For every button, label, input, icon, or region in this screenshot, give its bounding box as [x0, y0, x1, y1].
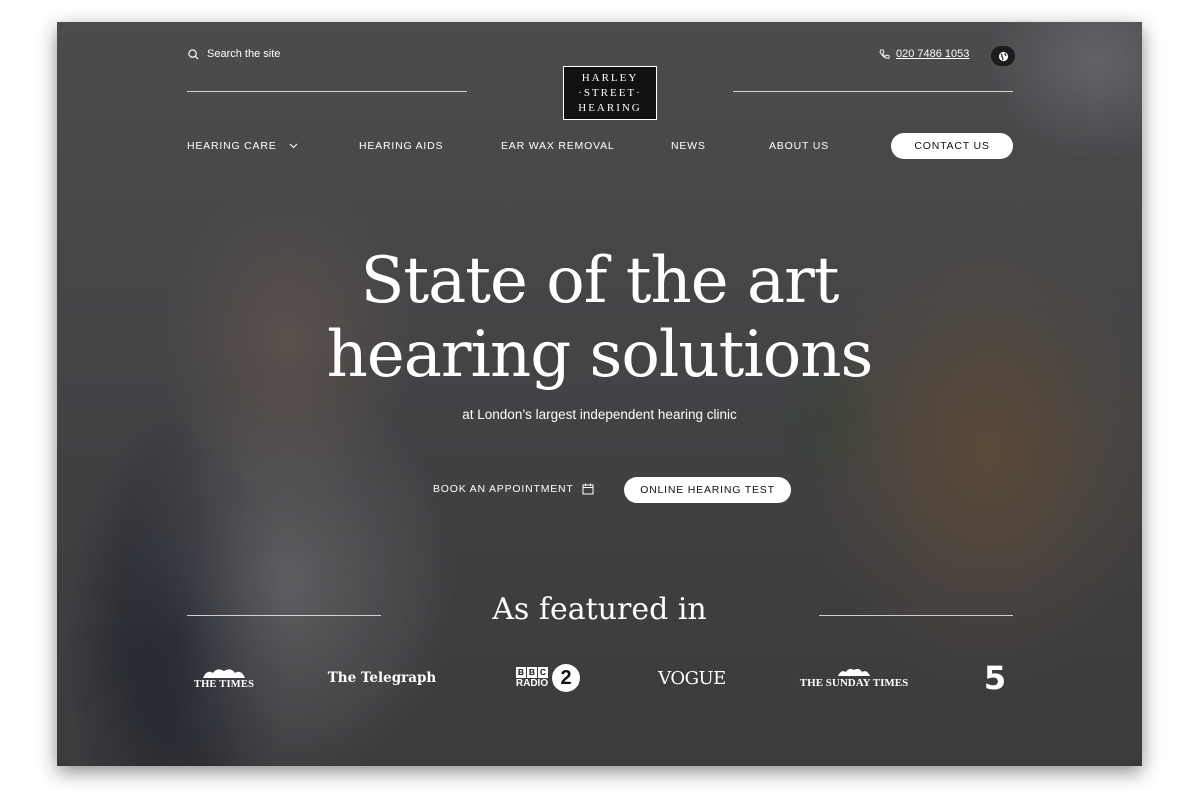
nav-label[interactable]: ABOUT US [769, 140, 829, 152]
nav-ear-wax-removal[interactable]: EAR WAX REMOVAL [501, 140, 615, 152]
the-sunday-times-text: THE SUNDAY TIMES [799, 677, 909, 689]
the-telegraph-logo: The Telegraph [327, 658, 437, 698]
logo-line-3: HEARING [578, 101, 642, 114]
nav-label[interactable]: EAR WAX REMOVAL [501, 140, 615, 152]
language-button[interactable] [991, 46, 1015, 66]
book-appointment-label[interactable]: BOOK AN APPOINTMENT [433, 483, 574, 495]
press-logos: THE TIMES The Telegraph B B C RADIO 2 VO… [57, 658, 1142, 698]
logo-line-1: HARLEY [581, 71, 639, 84]
hero-section: Search the site HARLEY ·STREET· HEARING … [57, 22, 1142, 766]
bbc-boxes: B B C [515, 667, 548, 678]
search-icon [188, 48, 199, 60]
crest-icon [838, 668, 870, 676]
hero-title-line-1: State of the art [360, 244, 840, 318]
search-bar[interactable]: Search the site [188, 48, 280, 60]
online-hearing-test-button[interactable]: ONLINE HEARING TEST [624, 477, 791, 503]
phone-number[interactable]: 020 7486 1053 [896, 48, 969, 60]
hero-content: Search the site HARLEY ·STREET· HEARING … [57, 22, 1142, 766]
globe-icon [998, 51, 1008, 61]
the-sunday-times-logo: THE SUNDAY TIMES [797, 658, 911, 698]
hero-title: State of the art hearing solutions [57, 244, 1142, 392]
calendar-icon [582, 483, 594, 495]
search-placeholder[interactable]: Search the site [207, 48, 280, 60]
hero-subtitle: at London’s largest independent hearing … [462, 407, 737, 422]
bbc-radio-block: B B C RADIO [516, 667, 548, 689]
bbc-box-c: C [537, 667, 548, 678]
bbc-box-b1: B [515, 667, 526, 678]
phone-icon [879, 48, 890, 59]
bbc-box-b2: B [526, 667, 537, 678]
nav-hearing-aids[interactable]: HEARING AIDS [359, 140, 443, 152]
crest-icon [203, 668, 245, 678]
radio-2-circle: 2 [552, 664, 581, 692]
nav-hearing-care[interactable]: HEARING CARE [187, 140, 298, 152]
channel-5-text: 5 [983, 659, 1007, 697]
bbc-radio-2-logo: B B C RADIO 2 [503, 658, 593, 698]
book-appointment-link[interactable]: BOOK AN APPOINTMENT [433, 483, 594, 495]
radio-text: RADIO [515, 678, 549, 689]
contact-us-button[interactable]: CONTACT US [891, 133, 1013, 159]
nav-label[interactable]: HEARING AIDS [359, 140, 443, 152]
phone-link[interactable]: 020 7486 1053 [879, 48, 969, 60]
hero-title-line-2: hearing solutions [326, 318, 874, 392]
chevron-down-icon[interactable] [289, 143, 298, 149]
featured-heading: As featured in [492, 592, 707, 627]
nav-about-us[interactable]: ABOUT US [769, 140, 829, 152]
vogue-logo: VOGUE [657, 658, 727, 698]
nav-news[interactable]: NEWS [671, 140, 706, 152]
vogue-text: VOGUE [658, 667, 726, 689]
header-divider-right [733, 91, 1013, 92]
site-logo[interactable]: HARLEY ·STREET· HEARING [563, 66, 657, 120]
the-times-logo: THE TIMES [187, 658, 261, 698]
the-telegraph-text: The Telegraph [327, 670, 437, 686]
nav-label[interactable]: HEARING CARE [187, 140, 277, 152]
nav-label[interactable]: NEWS [671, 140, 706, 152]
search-underline [187, 91, 467, 92]
the-times-text: THE TIMES [193, 678, 255, 690]
channel-5-logo: 5 [977, 658, 1013, 698]
logo-line-2: ·STREET· [578, 86, 642, 99]
